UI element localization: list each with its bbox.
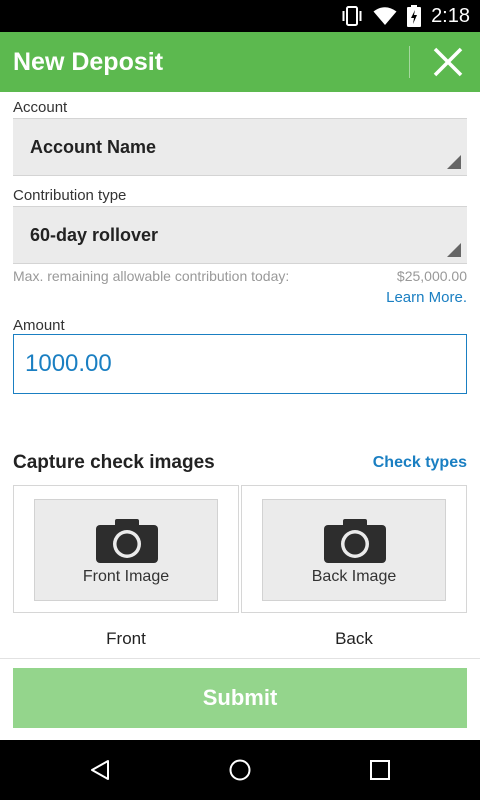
- back-nav-icon: [91, 760, 109, 780]
- front-image-label: Front Image: [82, 568, 170, 585]
- nav-recents-button[interactable]: [340, 740, 420, 800]
- wifi-icon: [373, 7, 397, 25]
- status-bar: 2:18: [0, 0, 480, 32]
- status-icons: 2:18: [341, 0, 470, 32]
- capture-section-title: Capture check images: [13, 452, 215, 473]
- dropdown-corner-icon: [447, 243, 461, 257]
- account-select[interactable]: Account Name: [13, 118, 467, 176]
- front-capture-card: Front Image: [13, 485, 239, 613]
- back-caption: Back: [335, 629, 373, 648]
- contribution-hint-amount: $25,000.00: [396, 268, 467, 284]
- navigation-bar: [0, 740, 480, 800]
- recents-nav-icon: [370, 760, 390, 780]
- account-select-value: Account Name: [30, 137, 157, 157]
- contribution-type-select[interactable]: 60-day rollover: [13, 206, 467, 264]
- amount-label: Amount: [13, 317, 65, 334]
- close-button[interactable]: [416, 32, 480, 92]
- vibrate-icon: [342, 6, 362, 26]
- back-capture-card: Back Image: [241, 485, 467, 613]
- nav-back-button[interactable]: [60, 740, 140, 800]
- contribution-type-value: 60-day rollover: [30, 225, 159, 245]
- learn-more-link[interactable]: Learn More.: [386, 289, 467, 306]
- status-time: 2:18: [431, 4, 470, 27]
- close-icon: [433, 47, 463, 77]
- submit-button[interactable]: Submit: [13, 668, 467, 728]
- submit-bar: Submit: [0, 658, 480, 740]
- camera-icon: [96, 519, 158, 563]
- dropdown-corner-icon: [447, 155, 461, 169]
- amount-input[interactable]: 1000.00: [13, 334, 467, 394]
- camera-icon: [324, 519, 386, 563]
- home-nav-icon: [229, 759, 251, 781]
- page-title: New Deposit: [13, 48, 164, 76]
- app-bar-divider: [409, 46, 410, 78]
- front-caption: Front: [106, 629, 146, 648]
- battery-icon: [407, 5, 422, 27]
- app-bar: New Deposit: [0, 32, 480, 92]
- contribution-type-label: Contribution type: [13, 187, 127, 204]
- back-image-button[interactable]: Back Image: [262, 499, 446, 601]
- nav-home-button[interactable]: [200, 740, 280, 800]
- contribution-hint: Max. remaining allowable contribution to…: [13, 268, 290, 284]
- account-label: Account: [13, 99, 68, 116]
- back-image-label: Back Image: [311, 568, 397, 585]
- front-image-button[interactable]: Front Image: [34, 499, 218, 601]
- check-types-link[interactable]: Check types: [373, 454, 467, 472]
